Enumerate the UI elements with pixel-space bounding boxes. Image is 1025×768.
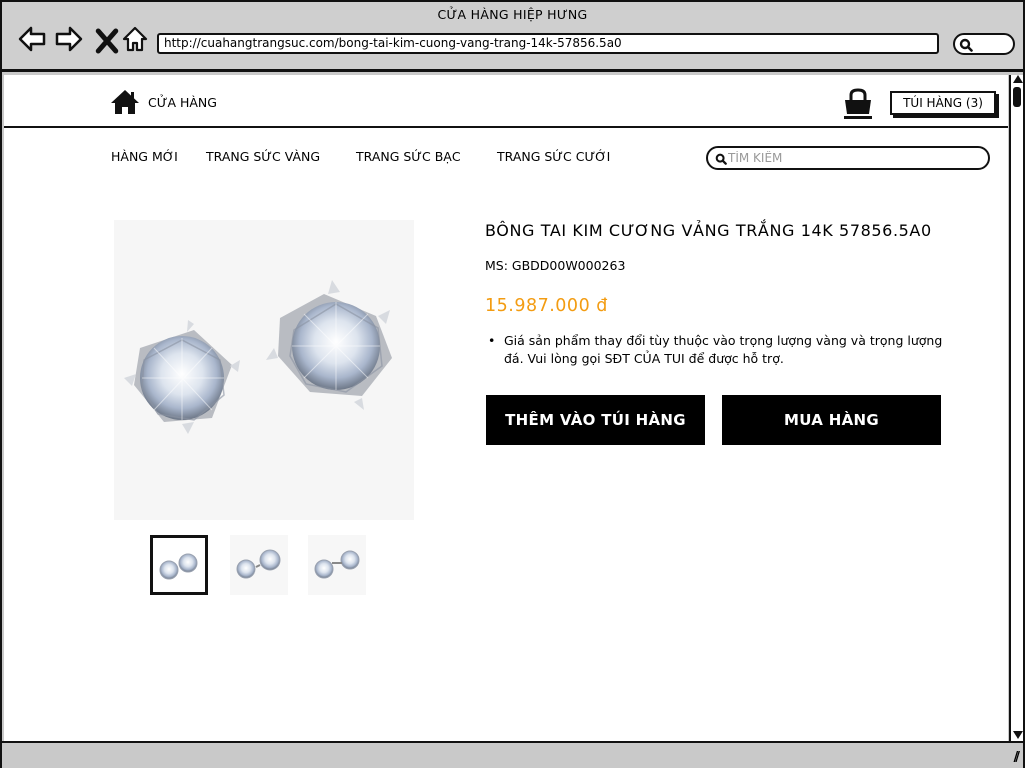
nav-item-silver-jewelry[interactable]: TRANG SỨC BẠC [356, 149, 461, 164]
brand-label: CỬA HÀNG [148, 94, 217, 110]
scroll-up-icon[interactable] [1013, 75, 1023, 83]
search-icon [959, 38, 973, 52]
scroll-down-icon[interactable] [1013, 731, 1023, 739]
close-icon[interactable] [92, 26, 122, 56]
thumbnail-3[interactable] [308, 535, 366, 595]
cart-button[interactable]: TÚI HÀNG (3) [890, 91, 996, 115]
browser-window: CỬA HÀNG HIỆP HƯNG http://cuahangtrangsu… [0, 0, 1025, 768]
scroll-thumb[interactable] [1013, 87, 1021, 107]
thumbnail-image [159, 553, 198, 580]
address-bar[interactable]: http://cuahangtrangsuc.com/bong-tai-kim-… [157, 33, 939, 54]
price-note: • Giá sản phẩm thay đổi tùy thuộc vào tr… [488, 332, 948, 368]
bullet-icon: • [488, 333, 496, 348]
search-input[interactable] [728, 149, 978, 167]
browser-search[interactable] [953, 33, 1015, 55]
shopping-bag-icon[interactable] [841, 87, 875, 121]
site-search [706, 146, 990, 170]
thumbnail-1[interactable] [150, 535, 208, 595]
window-title: CỬA HÀNG HIỆP HƯNG [437, 7, 588, 22]
price-note-text: Giá sản phẩm thay đổi tùy thuộc vào trọn… [504, 333, 943, 366]
forward-arrow-icon[interactable] [54, 24, 84, 54]
product-main-image [114, 220, 414, 520]
buy-now-button[interactable]: MUA HÀNG [722, 395, 941, 445]
product-price: 15.987.000 đ [485, 296, 608, 316]
product-title: BÔNG TAI KIM CƯƠNG VẢNG TRẮNG 14K 57856.… [485, 221, 932, 240]
brand-link[interactable]: CỬA HÀNG [110, 89, 217, 115]
home-icon[interactable] [120, 24, 150, 54]
resize-grip-icon[interactable]: // [1014, 750, 1020, 765]
nav-item-gold-jewelry[interactable]: TRANG SỨC VÀNG [206, 149, 320, 164]
thumbnail-image [314, 550, 360, 579]
browser-toolbar: CỬA HÀNG HIỆP HƯNG http://cuahangtrangsu… [2, 2, 1023, 72]
page-viewport: CỬA HÀNG TÚI HÀNG (3) HÀNG MỚI TRANG SỨC… [4, 75, 1008, 741]
thumbnail-2[interactable] [230, 535, 288, 595]
nav-item-wedding-jewelry[interactable]: TRANG SỨC CƯỚI [497, 149, 610, 164]
search-icon [715, 153, 727, 165]
add-to-bag-button[interactable]: THÊM VÀO TÚI HÀNG [486, 395, 705, 445]
site-header: CỬA HÀNG TÚI HÀNG (3) [4, 75, 1008, 128]
vertical-scrollbar[interactable] [1009, 75, 1023, 741]
product-sku: MS: GBDD00W000263 [485, 258, 626, 273]
status-bar: // [2, 741, 1023, 768]
nav-item-new[interactable]: HÀNG MỚI [111, 149, 178, 164]
thumbnail-image [236, 549, 281, 579]
home-icon [111, 90, 139, 114]
back-arrow-icon[interactable] [17, 24, 47, 54]
